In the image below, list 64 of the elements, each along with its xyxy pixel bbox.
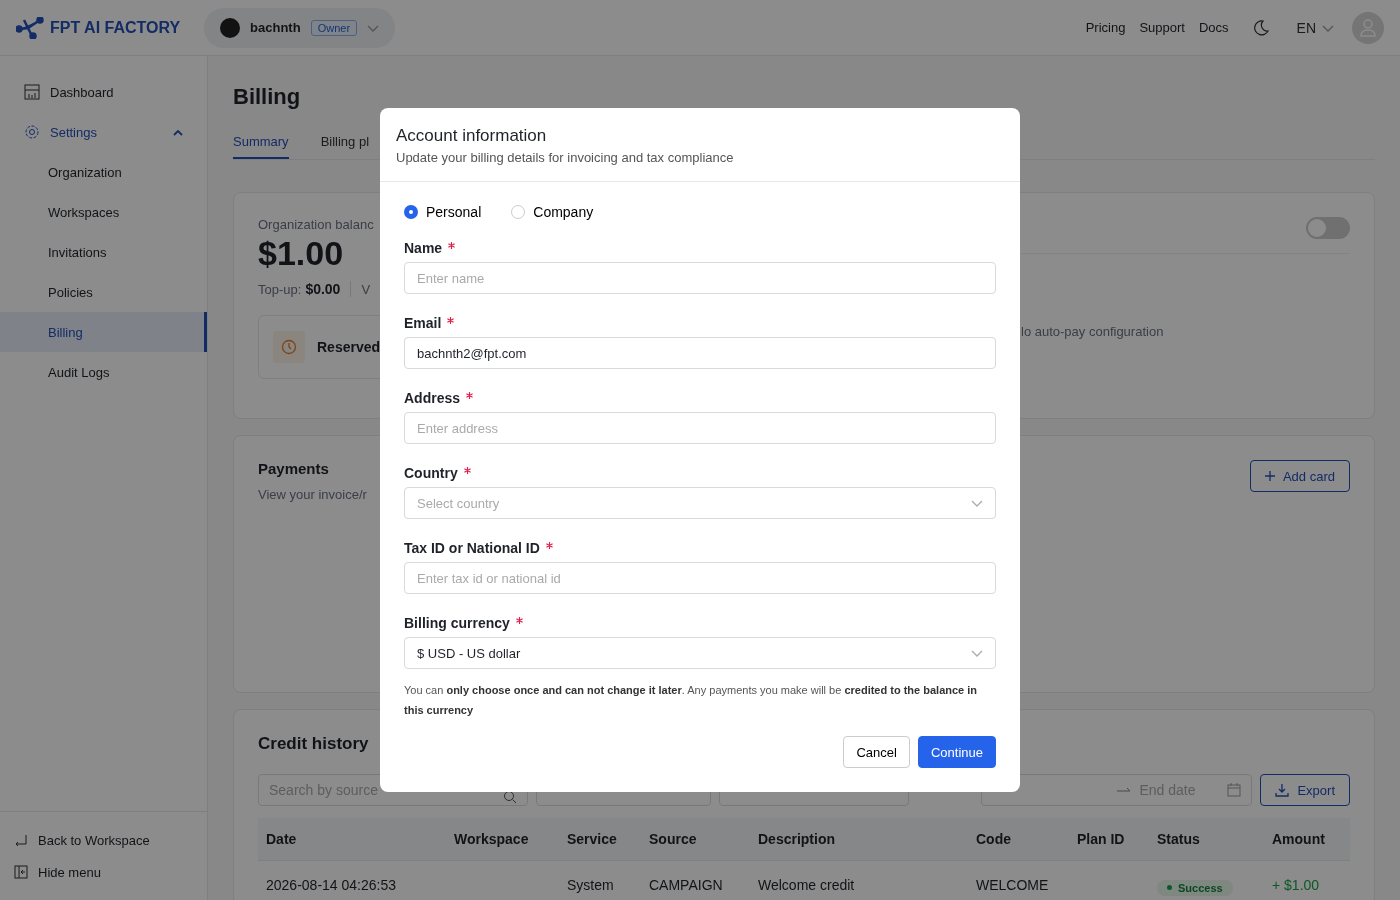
table-cell: System (567, 877, 614, 893)
input-field[interactable]: bachnth2@fpt.com (404, 337, 996, 369)
topup-value: $0.00 (305, 281, 341, 297)
account-type-radio[interactable]: Personal (404, 204, 482, 220)
column-header: Service (559, 818, 641, 861)
export-button[interactable]: Export (1260, 774, 1350, 806)
table-cell: + $1.00 (1272, 877, 1320, 893)
column-header: Plan ID (1069, 818, 1149, 861)
nav-link[interactable]: Docs (1198, 20, 1229, 35)
sidebar-footer-item[interactable]: Hide menu (0, 856, 207, 888)
sidebar-subitem[interactable]: Organization (0, 152, 207, 192)
add-card-button[interactable]: Add card (1249, 460, 1350, 492)
field-label: Address (404, 390, 461, 406)
column-header: Code (968, 818, 1069, 861)
currency-note: You can only choose once and can not change it later. Any payments you make will be credited to the balance in this currency (404, 683, 979, 718)
column-header: Date (258, 818, 446, 861)
sidebar-footer-item[interactable]: Back to Workspace (0, 824, 207, 856)
select-field[interactable]: $ USD - US dollar (404, 637, 996, 669)
column-header: Amount (1264, 818, 1350, 861)
field-label: Country (404, 465, 458, 481)
organization-name: bachnth (250, 20, 301, 35)
column-header: Status (1149, 818, 1264, 861)
role-badge: Owner (310, 19, 358, 36)
logo-text[interactable]: FPT AI FACTORY (50, 18, 181, 37)
dialog-subtitle: Update your billing details for invoicing and tax compliance (396, 150, 735, 165)
table-cell: CAMPAIGN (649, 877, 723, 893)
language-selector[interactable]: EN (1296, 19, 1316, 36)
continue-button[interactable]: Continue (917, 736, 996, 768)
sidebar-subitem[interactable]: Workspaces (0, 192, 207, 232)
topup-label: Top-up: (258, 281, 302, 297)
page-title: Billing (233, 84, 302, 110)
cancel-button[interactable]: Cancel (843, 736, 910, 768)
sidebar-subitem[interactable]: Audit Logs (0, 352, 207, 392)
section-title: Credit history (258, 734, 369, 754)
nav-link[interactable]: Pricing (1085, 20, 1126, 35)
tab[interactable]: Summary (233, 126, 289, 159)
section-title: Payments (258, 460, 329, 477)
column-header: Source (641, 818, 750, 861)
field-label: Billing currency (404, 615, 510, 631)
dialog-title: Account information (396, 126, 548, 146)
sidebar-subitem[interactable]: Billing (0, 312, 207, 352)
table-cell: WELCOME (976, 877, 1049, 893)
field-label: Name (404, 240, 443, 256)
sidebar-subitem[interactable]: Invitations (0, 232, 207, 272)
column-header: Workspace (446, 818, 559, 861)
reserved-label: Reserved (317, 339, 381, 355)
balance-label: Organization balanc (258, 217, 374, 232)
table-cell: 2026-08-14 04:26:53 (266, 877, 396, 893)
balance-detail: V (361, 281, 371, 297)
status-badge: Success (1157, 879, 1233, 896)
tab[interactable]: Billing pl (320, 126, 370, 159)
balance-amount: $1.00 (258, 234, 344, 273)
nav-link[interactable]: Support (1139, 20, 1185, 35)
sidebar-item[interactable]: Settings (0, 112, 207, 152)
column-header: Description (750, 818, 968, 861)
auto-pay-note: lo auto-pay configuration (1021, 324, 1164, 339)
section-subtitle: View your invoice/r (258, 487, 367, 502)
table-cell: Welcome credit (758, 877, 855, 893)
account-type-radio[interactable]: Company (511, 204, 594, 220)
field-label: Email (404, 315, 442, 331)
sidebar-item[interactable]: Dashboard (0, 72, 207, 112)
organization-switcher[interactable]: bachnth Owner (204, 7, 396, 48)
field-label: Tax ID or National ID (404, 540, 540, 556)
sidebar-subitem[interactable]: Policies (0, 272, 207, 312)
